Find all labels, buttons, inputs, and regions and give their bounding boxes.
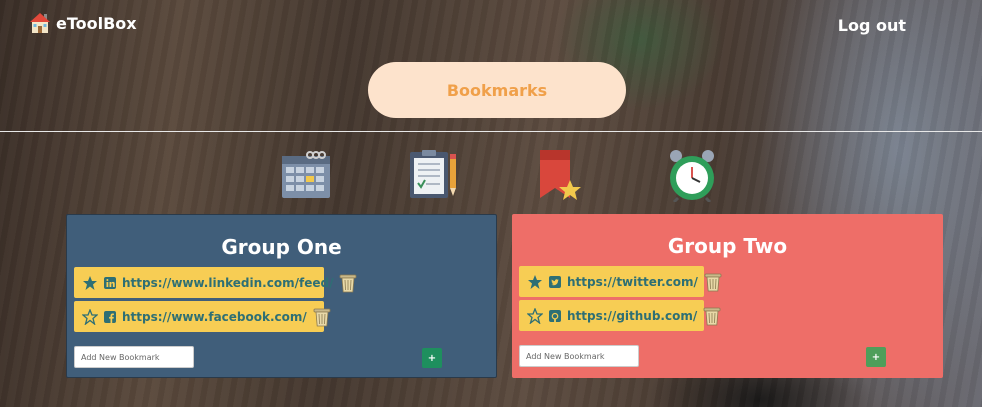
github-icon [549,309,561,322]
bookmark-link[interactable]: https://twitter.com/ [567,275,698,289]
twitter-icon [549,275,561,288]
house-icon [30,12,50,34]
trash-icon[interactable] [313,307,331,327]
add-bookmark-button[interactable]: + [422,348,442,368]
bookmark-item: https://twitter.com/ [519,266,722,297]
clipboard-icon[interactable] [410,150,464,204]
group-title: Group Two [667,234,788,258]
bookmark-icon[interactable] [540,150,594,204]
header-divider [0,131,982,132]
bookmark-item: https://github.com/ [519,300,721,331]
group-title: Group One [221,235,342,259]
trash-icon[interactable] [704,272,722,292]
star-filled-icon[interactable] [527,274,543,290]
bookmark-link[interactable]: https://www.facebook.com/ [122,310,307,324]
alarm-clock-icon[interactable] [668,150,722,204]
add-bookmark-button[interactable]: + [866,347,886,367]
trash-icon[interactable] [339,273,357,293]
star-outline-icon[interactable] [526,306,544,325]
trash-icon[interactable] [703,306,721,326]
group-panel-one: Group One https://www.linkedin.com/feed/… [66,214,497,378]
bookmark-link[interactable]: https://github.com/ [567,309,697,323]
logout-link[interactable]: Log out [838,16,906,35]
group-panel-two: Group Two https://twitter.com/ https://g… [512,214,943,378]
bookmark-item: https://www.facebook.com/ [74,301,331,332]
facebook-icon [104,310,116,323]
bookmark-item: https://www.linkedin.com/feed/ [74,267,357,298]
star-filled-icon[interactable] [82,275,98,291]
bookmarks-label: Bookmarks [446,80,548,100]
linkedin-icon [104,276,116,289]
add-bookmark-input[interactable] [519,345,639,367]
bookmark-link[interactable]: https://www.linkedin.com/feed/ [122,276,333,290]
star-outline-icon[interactable] [81,307,99,326]
add-bookmark-input[interactable] [74,346,194,368]
brand[interactable]: eToolBox [30,12,137,34]
brand-name: eToolBox [56,13,137,33]
tool-icon-row [0,150,982,204]
bookmarks-button[interactable]: Bookmarks [368,62,626,118]
calendar-icon[interactable] [282,150,336,204]
